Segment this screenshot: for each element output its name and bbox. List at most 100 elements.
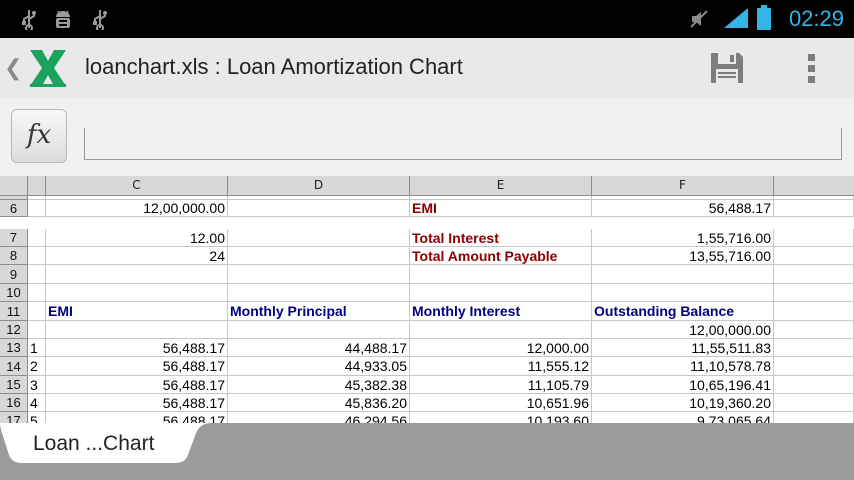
function-button[interactable]: fx — [11, 109, 67, 163]
cell-d6[interactable] — [228, 200, 410, 217]
row-header[interactable]: 8 — [0, 247, 28, 265]
cell-g8[interactable] — [774, 247, 854, 265]
cell-d17[interactable]: 46,294.56 — [228, 412, 410, 423]
cell-d14[interactable]: 44,933.05 — [228, 357, 410, 376]
row-header[interactable]: 7 — [0, 229, 28, 247]
cell-g9[interactable] — [774, 265, 854, 284]
cell-b10[interactable] — [28, 284, 46, 302]
row-header[interactable]: 17 — [0, 412, 28, 423]
cell-f9[interactable] — [592, 265, 774, 284]
row-header[interactable]: 12 — [0, 321, 28, 339]
cell-b11[interactable] — [28, 302, 46, 321]
cell-d8[interactable] — [228, 247, 410, 265]
column-header-e[interactable]: E — [410, 176, 592, 196]
column-header[interactable] — [28, 176, 46, 196]
cell-f15[interactable]: 10,65,196.41 — [592, 376, 774, 394]
cell-d13[interactable]: 44,488.17 — [228, 339, 410, 357]
cell-f6[interactable]: 56,488.17 — [592, 200, 774, 217]
cell-g14[interactable] — [774, 357, 854, 376]
row-header[interactable]: 16 — [0, 394, 28, 412]
cell-d11[interactable]: Monthly Principal — [228, 302, 410, 321]
cell-c9[interactable] — [46, 265, 228, 284]
cell-d9[interactable] — [228, 265, 410, 284]
cell-b7[interactable] — [28, 229, 46, 247]
column-header-f[interactable]: F — [592, 176, 774, 196]
cell-e14[interactable]: 11,555.12 — [410, 357, 592, 376]
cell-e6[interactable]: EMI — [410, 200, 592, 217]
cell-e7[interactable]: Total Interest — [410, 229, 592, 247]
cell-d15[interactable]: 45,382.38 — [228, 376, 410, 394]
row-header[interactable]: 6 — [0, 200, 28, 217]
cell-c7[interactable]: 12.00 — [46, 229, 228, 247]
cell-e8[interactable]: Total Amount Payable — [410, 247, 592, 265]
row-header[interactable]: 10 — [0, 284, 28, 302]
cell-g15[interactable] — [774, 376, 854, 394]
cell-f14[interactable]: 11,10,578.78 — [592, 357, 774, 376]
cell-c11[interactable]: EMI — [46, 302, 228, 321]
cell-b14[interactable]: 2 — [28, 357, 46, 376]
excel-x-icon[interactable] — [26, 46, 70, 90]
cell-b13[interactable]: 1 — [28, 339, 46, 357]
spreadsheet-grid[interactable]: C D E F 6 12,00,000.00 EMI 56,488.17 7 12.00 T… — [0, 176, 854, 423]
cell-b6[interactable] — [28, 200, 46, 217]
cell-e15[interactable]: 11,105.79 — [410, 376, 592, 394]
row-header[interactable]: 13 — [0, 339, 28, 357]
cell-f16[interactable]: 10,19,360.20 — [592, 394, 774, 412]
cell-e13[interactable]: 12,000.00 — [410, 339, 592, 357]
cell-g16[interactable] — [774, 394, 854, 412]
cell-d16[interactable]: 45,836.20 — [228, 394, 410, 412]
cell-c10[interactable] — [46, 284, 228, 302]
column-header-d[interactable]: D — [228, 176, 410, 196]
cell-d7[interactable] — [228, 229, 410, 247]
overflow-menu-icon[interactable] — [798, 48, 826, 88]
floppy-save-icon[interactable] — [708, 50, 746, 86]
cell-c8[interactable]: 24 — [46, 247, 228, 265]
cell-f10[interactable] — [592, 284, 774, 302]
cell-f8[interactable]: 13,55,716.00 — [592, 247, 774, 265]
cell-f7[interactable]: 1,55,716.00 — [592, 229, 774, 247]
column-header-g[interactable] — [774, 176, 854, 196]
corner-header[interactable] — [0, 176, 28, 196]
cell-c16[interactable]: 56,488.17 — [46, 394, 228, 412]
cell-d12[interactable] — [228, 321, 410, 339]
row-header[interactable]: 9 — [0, 265, 28, 284]
cell-b9[interactable] — [28, 265, 46, 284]
cell-g17[interactable] — [774, 412, 854, 423]
cell-e10[interactable] — [410, 284, 592, 302]
column-header-c[interactable]: C — [46, 176, 228, 196]
cell-c6[interactable]: 12,00,000.00 — [46, 200, 228, 217]
cell-c12[interactable] — [46, 321, 228, 339]
cell-f11[interactable]: Outstanding Balance — [592, 302, 774, 321]
row-header[interactable]: 15 — [0, 376, 28, 394]
cell-f17[interactable]: 9,73,065.64 — [592, 412, 774, 423]
cell-f13[interactable]: 11,55,511.83 — [592, 339, 774, 357]
cell-c17[interactable]: 56,488.17 — [46, 412, 228, 423]
row-header[interactable]: 14 — [0, 357, 28, 376]
cell-e17[interactable]: 10,193.60 — [410, 412, 592, 423]
cell-g11[interactable] — [774, 302, 854, 321]
cell-b17[interactable]: 5 — [28, 412, 46, 423]
sheet-tab-loan-chart[interactable]: Loan ...Chart — [33, 432, 154, 456]
cell-b12[interactable] — [28, 321, 46, 339]
status-bar: 02:29 — [0, 0, 854, 38]
formula-input[interactable] — [84, 128, 842, 160]
cell-g12[interactable] — [774, 321, 854, 339]
cell-g13[interactable] — [774, 339, 854, 357]
cell-g7[interactable] — [774, 229, 854, 247]
cell-c15[interactable]: 56,488.17 — [46, 376, 228, 394]
cell-c13[interactable]: 56,488.17 — [46, 339, 228, 357]
back-chevron-icon[interactable]: ❮ — [4, 56, 22, 81]
cell-e9[interactable] — [410, 265, 592, 284]
cell-e12[interactable] — [410, 321, 592, 339]
cell-g10[interactable] — [774, 284, 854, 302]
cell-b8[interactable] — [28, 247, 46, 265]
cell-c14[interactable]: 56,488.17 — [46, 357, 228, 376]
cell-g6[interactable] — [774, 200, 854, 217]
cell-e16[interactable]: 10,651.96 — [410, 394, 592, 412]
cell-e11[interactable]: Monthly Interest — [410, 302, 592, 321]
row-header[interactable]: 11 — [0, 302, 28, 321]
cell-b15[interactable]: 3 — [28, 376, 46, 394]
cell-d10[interactable] — [228, 284, 410, 302]
cell-b16[interactable]: 4 — [28, 394, 46, 412]
cell-f12[interactable]: 12,00,000.00 — [592, 321, 774, 339]
